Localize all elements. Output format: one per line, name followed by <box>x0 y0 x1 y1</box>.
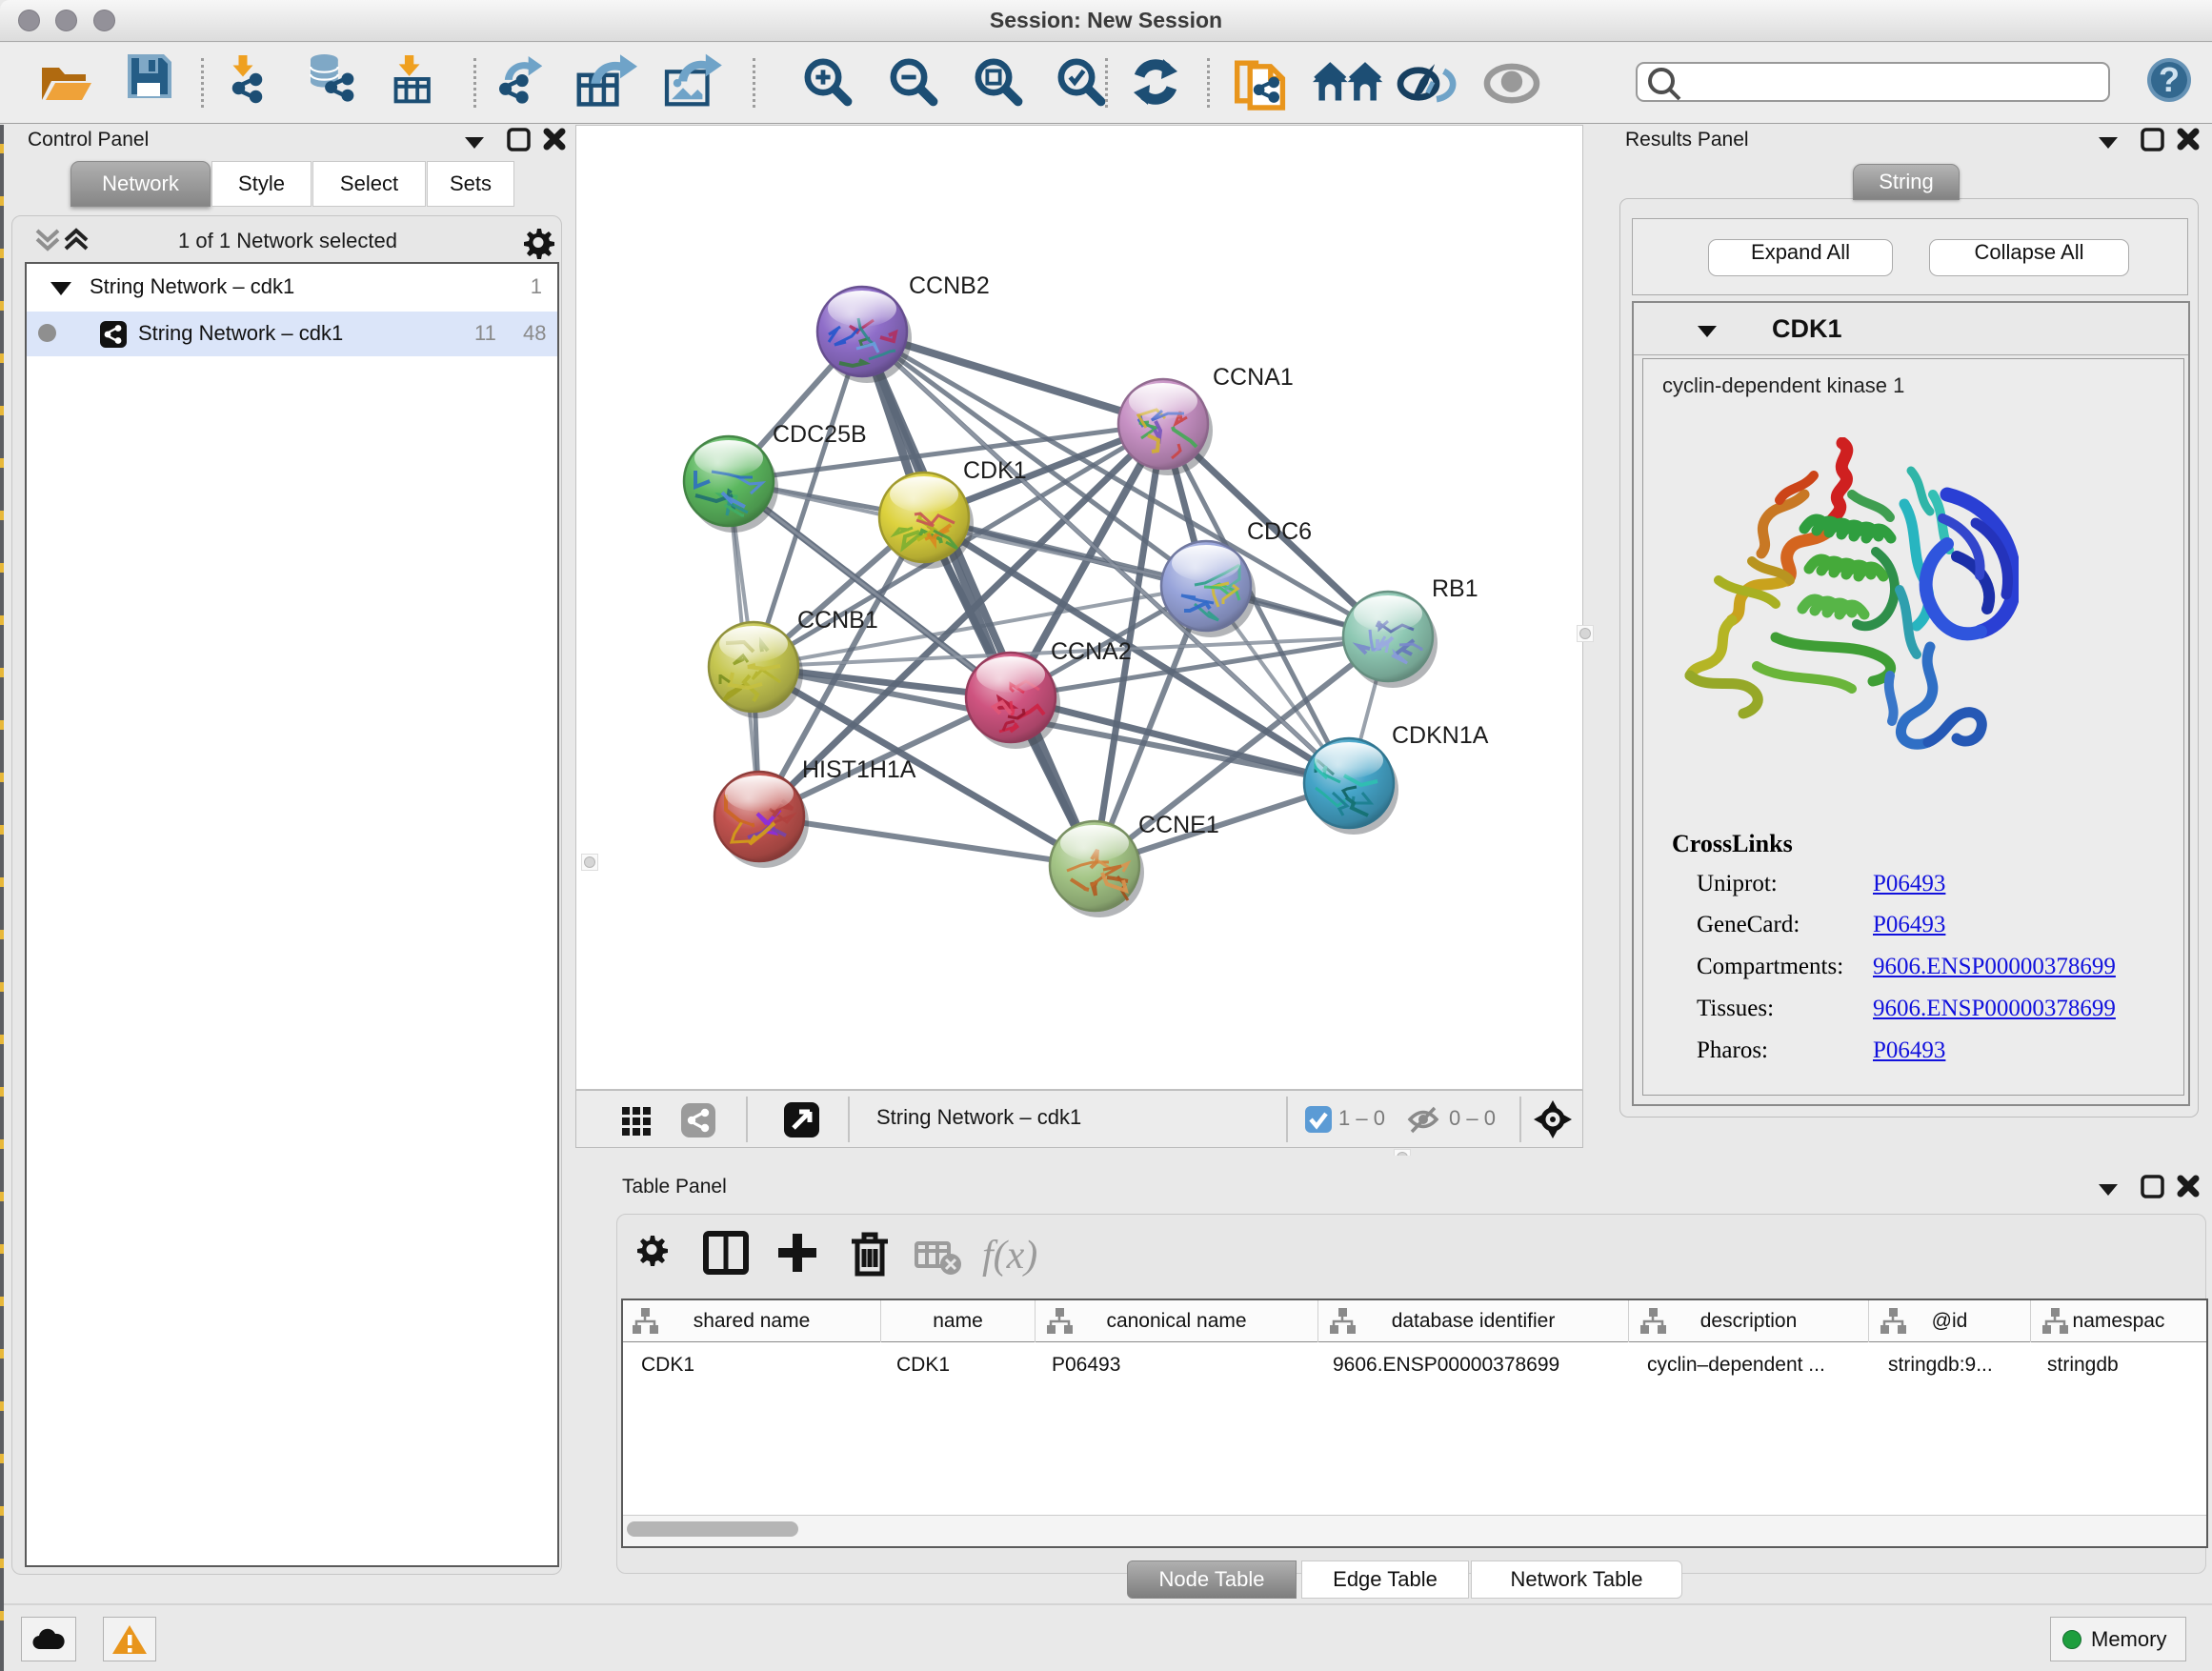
svg-text:CDK1: CDK1 <box>963 457 1027 484</box>
svg-text:CCNA2: CCNA2 <box>1051 638 1132 665</box>
svg-text:CDC25B: CDC25B <box>773 421 867 448</box>
svg-text:CDC6: CDC6 <box>1247 518 1312 545</box>
svg-text:HIST1H1A: HIST1H1A <box>802 756 916 783</box>
svg-text:CCNB1: CCNB1 <box>797 607 878 634</box>
svg-text:?: ? <box>2159 60 2180 99</box>
svg-text:CCNE1: CCNE1 <box>1138 812 1219 838</box>
svg-text:CDKN1A: CDKN1A <box>1392 722 1489 749</box>
svg-text:f(x): f(x) <box>982 1234 1037 1278</box>
svg-text:RB1: RB1 <box>1432 575 1478 602</box>
svg-text:CCNA1: CCNA1 <box>1213 364 1294 391</box>
svg-text:CCNB2: CCNB2 <box>909 272 990 299</box>
